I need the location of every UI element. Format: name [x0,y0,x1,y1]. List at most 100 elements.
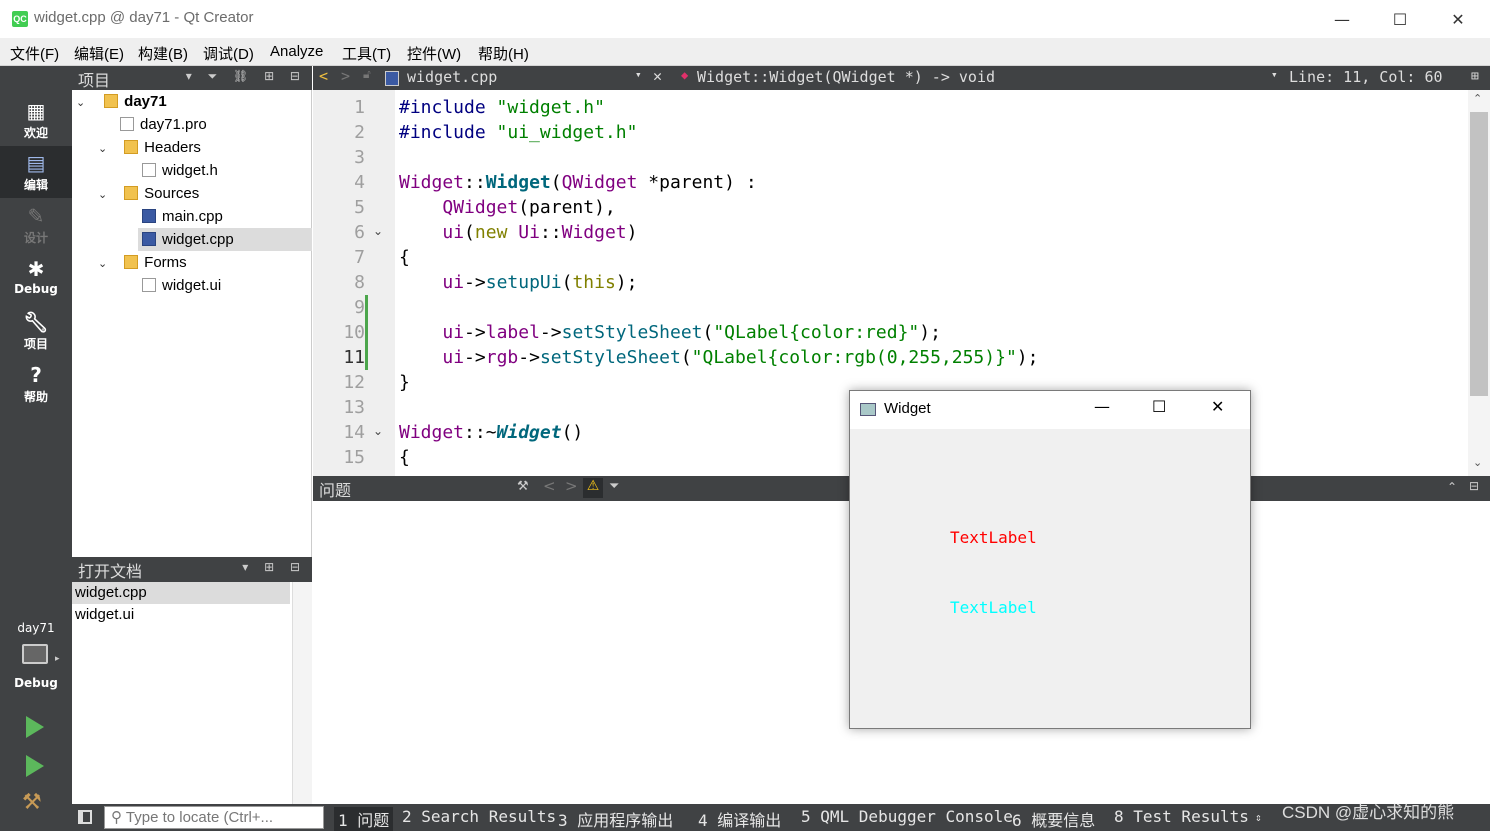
tree-item-widget-cpp[interactable]: widget.cpp [138,228,312,251]
tree-label-main: main.cpp [162,208,223,225]
output-tab-compile[interactable]: 4 编译输出 [698,807,781,831]
cursor-position[interactable]: Line: 11, Col: 60 [1289,68,1443,86]
kit-menu-arrow-icon[interactable]: ▸ [55,654,60,664]
line-number: 9 [354,297,365,318]
mode-welcome[interactable]: ▦ 欢迎 [0,94,72,146]
hammer-icon[interactable]: ⚒ [22,790,42,815]
open-docs-scrollbar[interactable] [292,582,312,804]
grid-icon: ▦ [26,99,46,123]
output-tab-app-output[interactable]: 3 应用程序输出 [558,807,673,831]
line-number: 1 [354,97,365,118]
toggle-sidebar-icon[interactable] [78,810,92,824]
tree-label-widget-ui: widget.ui [162,277,222,294]
line-number: 3 [354,147,365,168]
tree-item-pro[interactable]: day71.pro [120,113,207,136]
widget-title-bar: Widget — ☐ ✕ [850,391,1250,429]
minimize-button[interactable]: — [1313,0,1371,38]
kit-config-label: Debug [14,676,58,690]
back-arrow-icon[interactable]: < [319,67,328,85]
close-pane-icon[interactable]: ⊟ [1469,479,1479,493]
open-doc-item[interactable]: widget.ui [72,604,290,626]
chevron-down-icon[interactable]: ⌄ [98,184,112,207]
output-tab-tests[interactable]: 8 Test Results [1114,807,1249,826]
current-symbol[interactable]: Widget::Widget(QWidget *) -> void [697,68,995,86]
chevron-down-icon[interactable]: ⌄ [76,92,90,115]
mode-design-label: 设计 [23,231,48,245]
tree-item-main-cpp[interactable]: main.cpp [142,205,223,228]
mode-help[interactable]: ? 帮助 [0,358,72,410]
red-text-label: TextLabel [950,528,1037,547]
fold-chevron-icon[interactable]: ⌄ [373,424,383,438]
scroll-up-icon[interactable]: ⌃ [1473,92,1482,105]
locator-input[interactable]: ⚲ Type to locate (Ctrl+... [104,806,324,829]
tree-item-widget-h[interactable]: widget.h [142,159,218,182]
open-doc-item[interactable]: widget.cpp [72,582,290,604]
file-dropdown-icon[interactable]: ▾ [635,68,642,81]
output-tab-qml-console[interactable]: 5 QML Debugger Console [801,807,1013,826]
locator-placeholder: Type to locate (Ctrl+... [125,809,274,826]
debug-run-icon[interactable] [26,755,44,777]
symbol-icon: ◆ [681,68,689,82]
scroll-down-icon[interactable]: ⌄ [1473,456,1482,469]
maximize-pane-icon[interactable]: ⌃ [1447,480,1457,494]
warning-icon[interactable]: ⚠ [583,478,603,498]
change-marker [365,295,368,370]
search-icon: ⚲ [111,809,126,826]
menu-analyze[interactable]: Analyze [270,43,323,60]
menu-controls[interactable]: 控件(W) [407,43,461,64]
symbol-dropdown-icon[interactable]: ▾ [1271,68,1278,81]
widget-close-button[interactable]: ✕ [1211,397,1224,416]
menu-debug[interactable]: 调试(D) [203,43,254,64]
line-number: 4 [354,172,365,193]
menu-build[interactable]: 构建(B) [138,43,188,64]
widget-minimize-button[interactable]: — [1094,397,1110,416]
output-tab-search[interactable]: 2 Search Results [402,807,556,826]
filter-icon[interactable]: ⏷ [609,479,619,494]
chevron-down-icon[interactable]: ⌄ [98,253,112,276]
forward-arrow-icon[interactable]: > [341,67,350,85]
split-icon[interactable]: ⊞ [1471,69,1479,84]
tree-label-pro: day71.pro [140,116,207,133]
pane-tools-icons[interactable]: ▾ ⏷ ⛓ ⊞ ⊟ [186,69,306,84]
more-tabs-icon[interactable]: ⇕ [1255,811,1262,824]
prev-issue-icon[interactable]: < [543,477,556,495]
maximize-button[interactable]: ☐ [1371,0,1429,38]
output-tab-issues[interactable]: 1 问题 [334,807,394,831]
run-icon[interactable] [26,716,44,738]
menu-file[interactable]: 文件(F) [10,43,59,64]
headers-folder-icon [124,140,139,154]
tree-label-sources: Sources [144,185,200,202]
line-number: 13 [343,397,365,418]
pane-tools-icons[interactable]: ▾ ⊞ ⊟ [242,560,306,574]
menu-tools[interactable]: 工具(T) [342,43,391,64]
current-file-name[interactable]: widget.cpp [407,68,497,86]
tree-item-forms[interactable]: ⌄ Forms [98,251,187,274]
pencil-icon: ✎ [27,204,45,228]
tree-label-headers: Headers [144,139,201,156]
mode-projects[interactable]: 🔧︎ 项目 [0,305,72,357]
line-number: 2 [354,122,365,143]
close-file-icon[interactable]: ✕ [653,67,662,85]
next-issue-icon[interactable]: > [565,477,578,495]
widget-maximize-button[interactable]: ☐ [1152,397,1166,416]
editor-scroll-thumb[interactable] [1470,112,1488,396]
tree-item-widget-ui[interactable]: widget.ui [142,274,221,297]
menu-edit[interactable]: 编辑(E) [74,43,124,64]
monitor-icon[interactable] [22,644,48,664]
close-button[interactable]: ✕ [1429,0,1487,38]
fold-chevron-icon[interactable]: ⌄ [373,224,383,238]
output-tab-summary[interactable]: 6 概要信息 [1012,807,1095,831]
widget-window[interactable]: Widget — ☐ ✕ TextLabel TextLabel [849,390,1251,729]
chevron-down-icon[interactable]: ⌄ [98,138,112,161]
tree-item-sources[interactable]: ⌄ Sources [98,182,199,205]
forms-folder-icon [124,255,139,269]
mode-edit[interactable]: ▤ 编辑 [0,146,72,198]
line-number: 8 [354,272,365,293]
tree-item-headers[interactable]: ⌄ Headers [98,136,201,159]
line-number: 7 [354,247,365,268]
clean-icon[interactable]: ⚒ [517,479,529,494]
mode-design[interactable]: ✎ 设计 [0,199,72,251]
menu-help[interactable]: 帮助(H) [478,43,529,64]
tree-item-day71[interactable]: ⌄ day71 [76,90,167,113]
mode-debug[interactable]: ✱ Debug [0,252,72,304]
